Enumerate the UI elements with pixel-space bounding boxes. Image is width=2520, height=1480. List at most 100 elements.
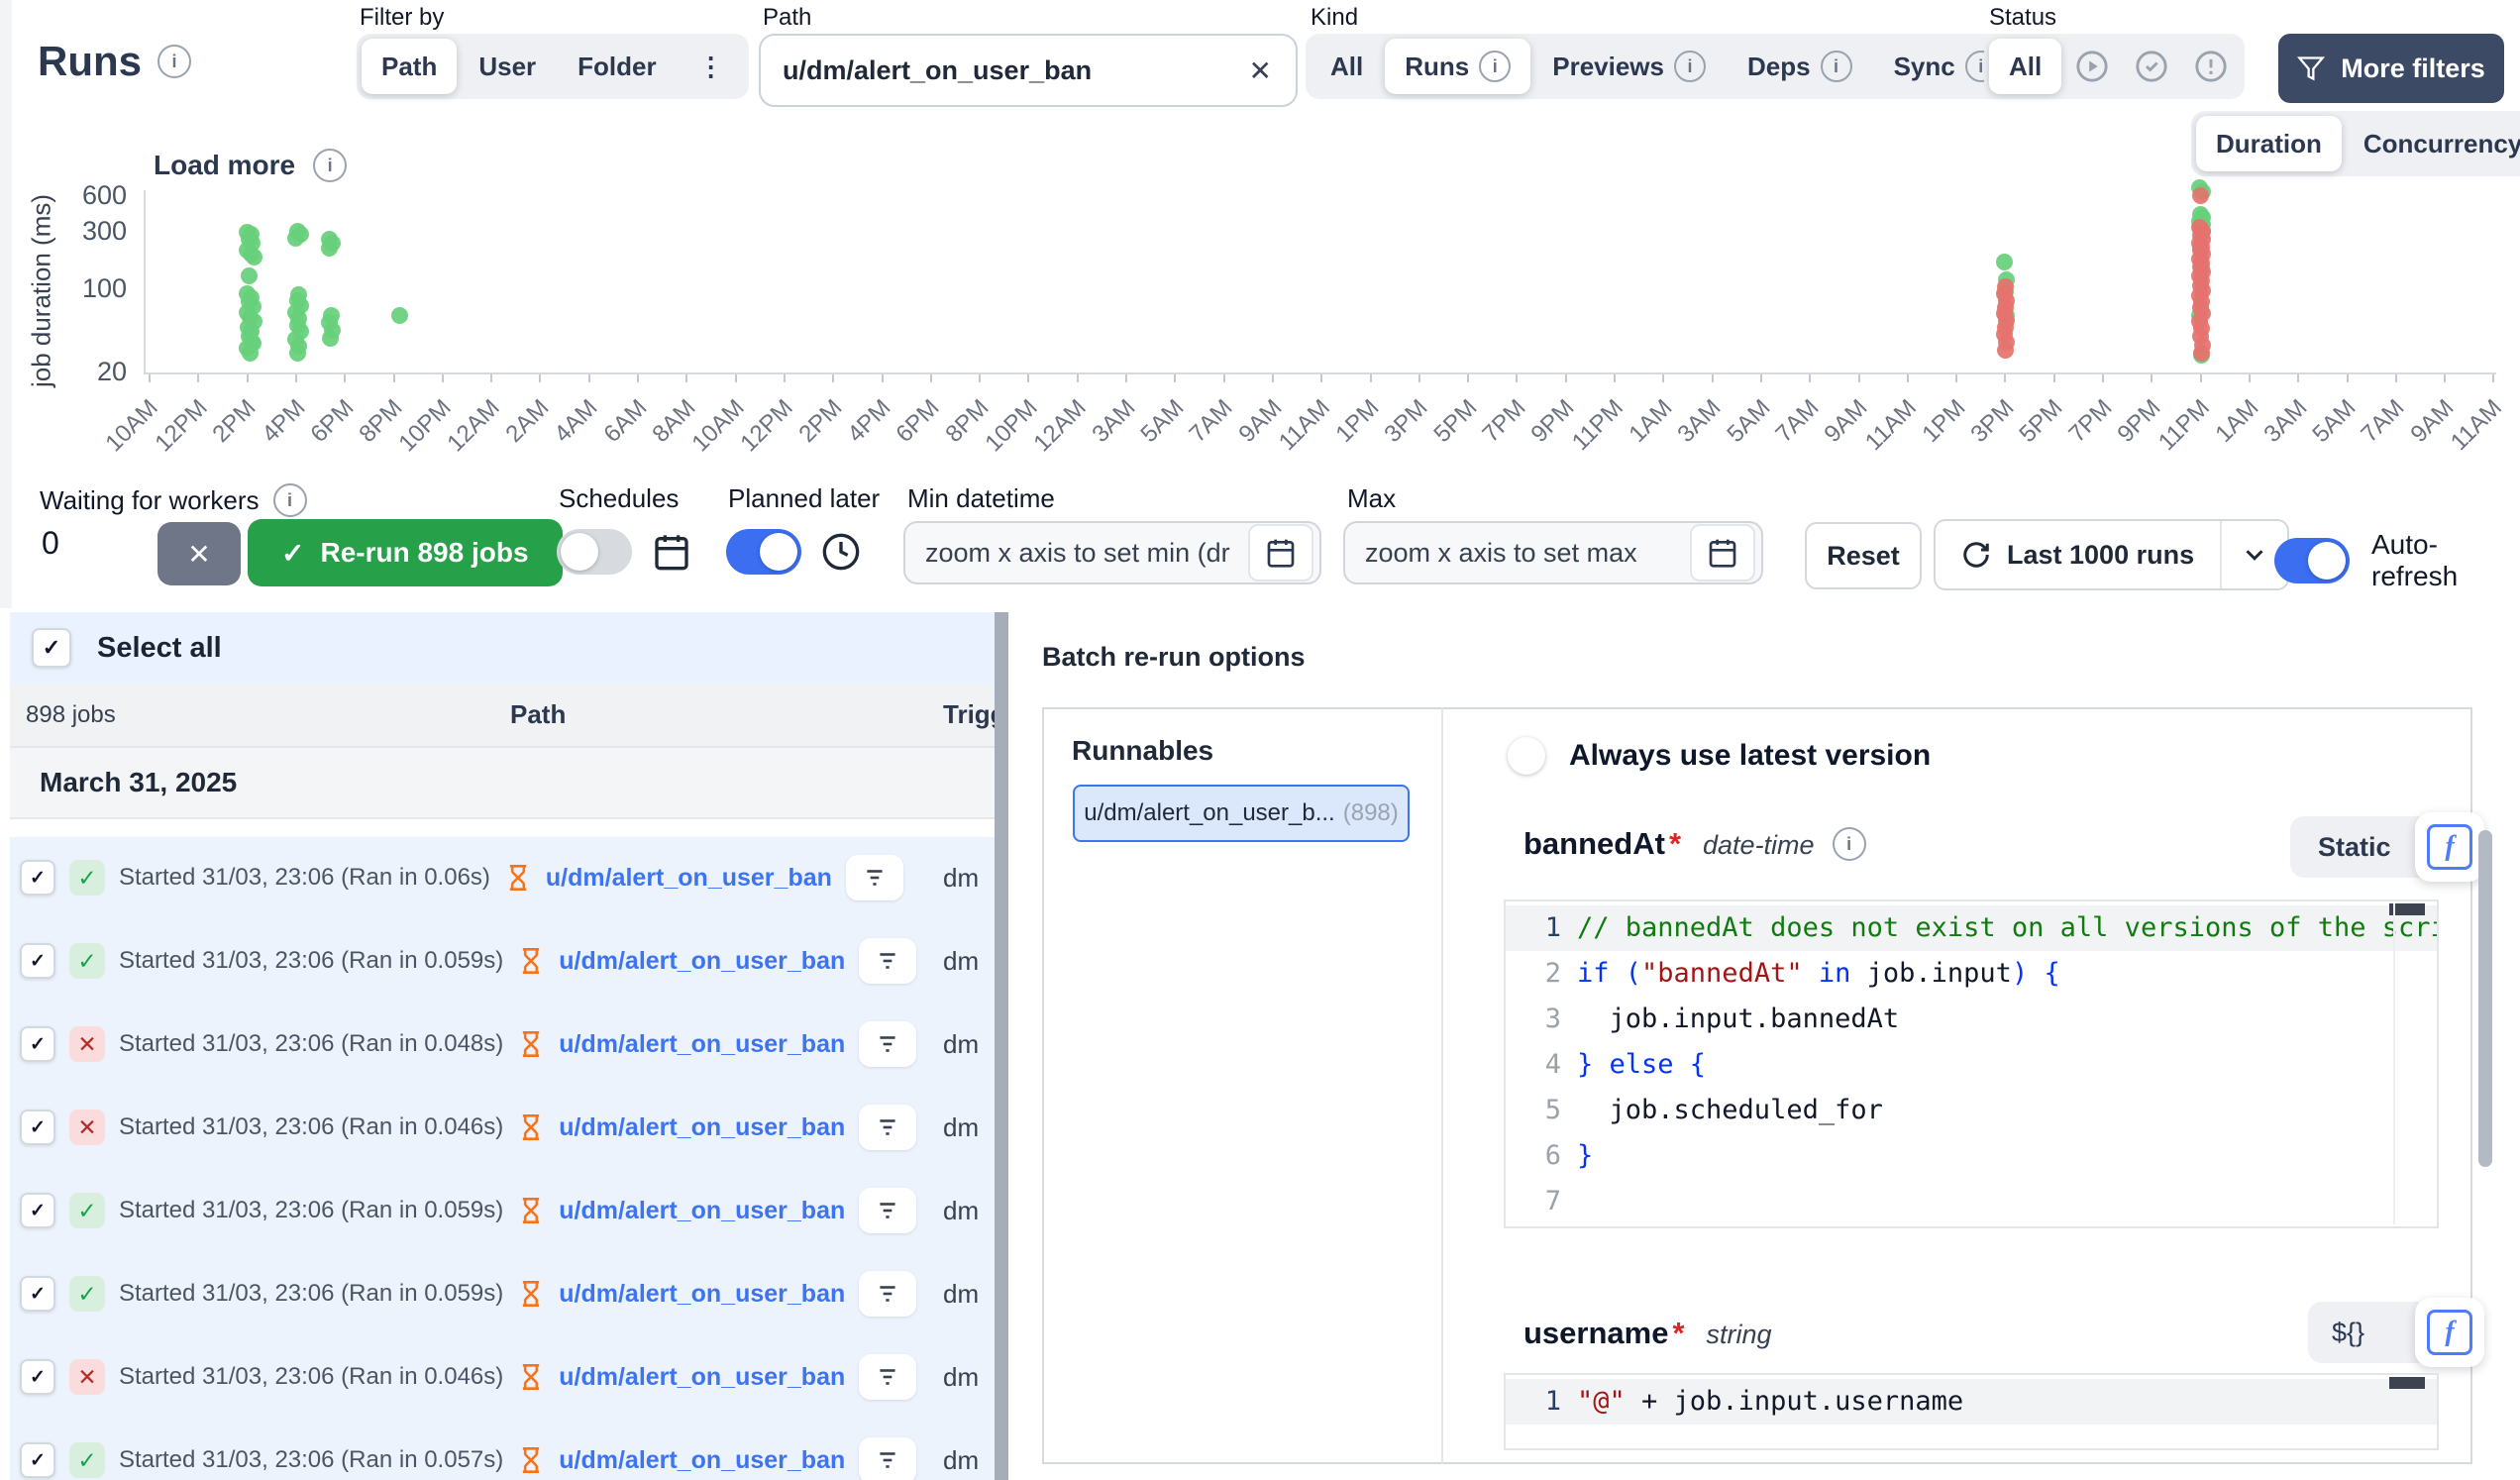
chart-point-failure[interactable] — [2192, 187, 2209, 204]
row-path-link[interactable]: u/dm/alert_on_user_ban — [546, 864, 832, 893]
min-datetime-calendar-button[interactable] — [1248, 524, 1313, 581]
bannedat-code-editor[interactable]: 1// bannedAt does not exist on all versi… — [1504, 899, 2439, 1228]
javascript-mode-button[interactable]: f — [2415, 1298, 2484, 1367]
row-checkbox[interactable]: ✓ — [20, 1442, 55, 1478]
status-success-icon[interactable] — [2123, 39, 2180, 94]
chart-point-success[interactable] — [1996, 254, 2013, 270]
table-row[interactable]: ✓✓Started 31/03, 23:06 (Ran in 0.057s)u/… — [10, 1420, 995, 1480]
row-checkbox[interactable]: ✓ — [20, 1276, 55, 1312]
max-datetime-input[interactable]: zoom x axis to set max — [1343, 521, 1763, 584]
x-axis-tickmark — [1320, 374, 1322, 382]
info-icon[interactable]: i — [158, 45, 191, 78]
max-datetime-calendar-button[interactable] — [1690, 524, 1755, 581]
row-checkbox[interactable]: ✓ — [20, 1359, 55, 1395]
rerun-jobs-button[interactable]: ✓ Re-run 898 jobs — [248, 519, 563, 586]
row-filter-button[interactable] — [859, 1188, 916, 1233]
row-checkbox[interactable]: ✓ — [20, 1110, 55, 1145]
runnable-chip[interactable]: u/dm/alert_on_user_b... (898) — [1073, 785, 1410, 842]
status-failure-icon[interactable] — [2182, 39, 2240, 94]
status-running-icon[interactable] — [2063, 39, 2121, 94]
chart-point-success[interactable] — [287, 230, 304, 247]
chart-point-success[interactable] — [391, 307, 408, 324]
javascript-mode-button[interactable]: f — [2415, 812, 2484, 882]
more-filters-button[interactable]: More filters — [2278, 34, 2504, 103]
filter-tab-path-label: Path — [381, 52, 437, 82]
table-row[interactable]: ✓✓Started 31/03, 23:06 (Ran in 0.059s)u/… — [10, 1170, 995, 1253]
chart-point-success[interactable] — [241, 267, 258, 284]
panel-splitter[interactable] — [995, 612, 1008, 1480]
editor-scrollbar-track[interactable] — [2393, 903, 2395, 1224]
kind-tab-deps[interactable]: Depsi — [1728, 39, 1872, 94]
info-icon[interactable]: i — [1821, 51, 1852, 82]
info-icon[interactable]: i — [1833, 827, 1866, 861]
select-all-checkbox[interactable]: ✓ — [32, 628, 71, 668]
min-datetime-input[interactable]: zoom x axis to set min (dr — [903, 521, 1321, 584]
load-more-button[interactable]: Load more i — [154, 149, 347, 182]
code-token: } — [1577, 1133, 1593, 1179]
row-path-link[interactable]: u/dm/alert_on_user_ban — [559, 1113, 845, 1142]
row-path-link[interactable]: u/dm/alert_on_user_ban — [559, 1030, 845, 1059]
reset-button[interactable]: Reset — [1805, 522, 1922, 589]
status-tab-all[interactable]: All — [1989, 39, 2061, 94]
last-runs-button[interactable]: Last 1000 runs — [1936, 521, 2220, 588]
chart-point-success[interactable] — [246, 249, 262, 265]
chart-tab-concurrency[interactable]: Concurrency — [2344, 116, 2520, 171]
filter-lines-icon — [875, 948, 900, 974]
table-row[interactable]: ✓✕Started 31/03, 23:06 (Ran in 0.046s)u/… — [10, 1087, 995, 1170]
row-filter-button[interactable] — [846, 855, 903, 900]
calendar-icon — [1265, 537, 1297, 569]
row-path-link[interactable]: u/dm/alert_on_user_ban — [559, 1197, 845, 1225]
panel-scrollbar-thumb[interactable] — [2478, 830, 2492, 1167]
kind-tab-previews[interactable]: Previewsi — [1532, 39, 1726, 94]
planned-later-toggle[interactable] — [726, 529, 801, 575]
code-line: 6} — [1506, 1133, 2437, 1179]
filter-by-menu-icon[interactable]: ⋮ — [679, 39, 744, 94]
info-icon[interactable]: i — [1479, 51, 1511, 82]
code-token: { — [1674, 1042, 1707, 1088]
chart-point-failure[interactable] — [2193, 345, 2210, 362]
table-row[interactable]: ✓✓Started 31/03, 23:06 (Ran in 0.059s)u/… — [10, 920, 995, 1004]
path-input[interactable]: u/dm/alert_on_user_ban ✕ — [759, 34, 1298, 107]
row-checkbox[interactable]: ✓ — [20, 1026, 55, 1062]
row-checkbox[interactable]: ✓ — [20, 943, 55, 979]
kind-tab-all[interactable]: All — [1311, 39, 1383, 94]
filter-tab-path[interactable]: Path — [362, 39, 457, 94]
chart-point-success[interactable] — [289, 345, 306, 362]
filter-tab-folder[interactable]: Folder — [558, 39, 676, 94]
cancel-selection-button[interactable]: ✕ — [158, 522, 241, 585]
x-axis-tickmark — [393, 374, 395, 382]
row-path-link[interactable]: u/dm/alert_on_user_ban — [559, 1280, 845, 1309]
select-all-row: ✓ Select all — [10, 612, 995, 684]
row-filter-button[interactable] — [859, 1271, 916, 1317]
chart-point-success[interactable] — [322, 330, 339, 347]
x-axis-tickmark — [1614, 374, 1616, 382]
kind-tab-sync-label: Sync — [1894, 52, 1955, 82]
row-path-link[interactable]: u/dm/alert_on_user_ban — [559, 947, 845, 976]
row-path-link[interactable]: u/dm/alert_on_user_ban — [559, 1446, 845, 1475]
filter-tab-user[interactable]: User — [459, 39, 556, 94]
chart-point-success[interactable] — [245, 335, 262, 352]
clear-path-icon[interactable]: ✕ — [1245, 54, 1276, 87]
chart-point-success[interactable] — [321, 240, 338, 257]
row-filter-button[interactable] — [859, 1437, 916, 1480]
table-row[interactable]: ✓✓Started 31/03, 23:06 (Ran in 0.06s)u/d… — [10, 837, 995, 920]
info-icon[interactable]: i — [1674, 51, 1706, 82]
row-filter-button[interactable] — [859, 1021, 916, 1067]
row-path-link[interactable]: u/dm/alert_on_user_ban — [559, 1363, 845, 1392]
info-icon[interactable]: i — [273, 483, 307, 517]
username-code-editor[interactable]: 1"@" + job.input.username — [1504, 1373, 2439, 1450]
table-row[interactable]: ✓✕Started 31/03, 23:06 (Ran in 0.048s)u/… — [10, 1004, 995, 1087]
row-checkbox[interactable]: ✓ — [20, 1193, 55, 1228]
table-row[interactable]: ✓✓Started 31/03, 23:06 (Ran in 0.059s)u/… — [10, 1253, 995, 1336]
auto-refresh-toggle[interactable] — [2274, 538, 2350, 583]
chart-point-failure[interactable] — [1997, 342, 2014, 359]
chart-tab-duration[interactable]: Duration — [2196, 116, 2342, 171]
row-filter-button[interactable] — [859, 1105, 916, 1150]
row-filter-button[interactable] — [859, 938, 916, 984]
row-filter-button[interactable] — [859, 1354, 916, 1400]
info-icon[interactable]: i — [313, 149, 347, 182]
schedules-toggle[interactable] — [557, 529, 632, 575]
table-row[interactable]: ✓✕Started 31/03, 23:06 (Ran in 0.046s)u/… — [10, 1336, 995, 1420]
row-checkbox[interactable]: ✓ — [20, 860, 55, 896]
kind-tab-runs[interactable]: Runsi — [1385, 39, 1530, 94]
